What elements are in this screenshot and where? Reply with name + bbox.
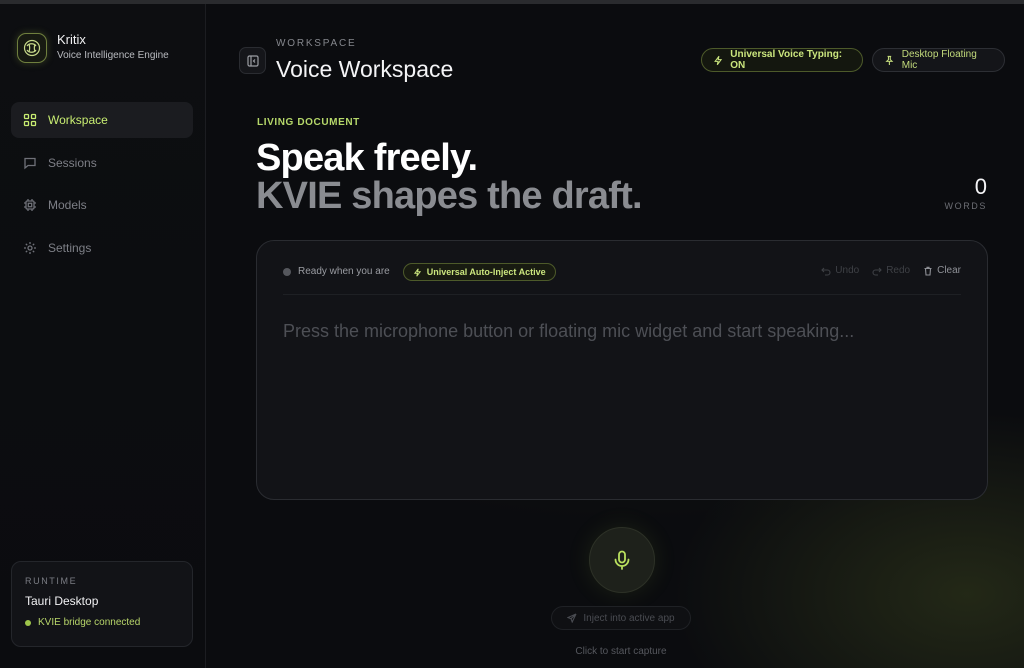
runtime-card: RUNTIME Tauri Desktop KVIE bridge connec… [11, 561, 193, 647]
sidebar-item-workspace[interactable]: Workspace [11, 102, 193, 138]
kritix-logo-icon [17, 32, 47, 63]
sidebar-item-label: Models [48, 198, 87, 212]
clear-label: Clear [937, 265, 961, 276]
word-count-value: 0 [974, 174, 987, 199]
auto-inject-label: Universal Auto-Inject Active [426, 267, 546, 277]
undo-icon [821, 267, 831, 276]
sidebar-item-label: Workspace [48, 113, 108, 127]
sidebar-collapse-icon [246, 54, 259, 67]
clear-button[interactable]: Clear [923, 265, 961, 276]
ready-status-dot [283, 268, 291, 276]
sidebar-item-label: Settings [48, 240, 92, 255]
brand: Kritix Voice Intelligence Engine [17, 32, 169, 63]
sidebar-item-label: Sessions [48, 155, 97, 170]
sidebar-item-sessions[interactable]: Sessions [11, 145, 193, 181]
runtime-status-text: KVIE bridge connected [38, 617, 141, 628]
page-title: Voice Workspace [276, 56, 454, 82]
page-eyebrow: WORKSPACE [276, 38, 357, 49]
gear-icon [24, 241, 36, 254]
word-count-label: WORDS [944, 201, 987, 211]
microphone-icon [614, 550, 630, 570]
floating-mic-label: Desktop Floating Mic [901, 49, 977, 71]
sidebar: Kritix Voice Intelligence Engine Workspa… [0, 4, 206, 668]
lightning-icon [714, 55, 723, 65]
main-content: WORKSPACE Voice Workspace Universal Voic… [207, 4, 1024, 668]
brand-name: Kritix [57, 32, 86, 47]
runtime-label: RUNTIME [25, 576, 78, 586]
pin-icon [885, 55, 894, 65]
universal-voice-typing-toggle[interactable]: Universal Voice Typing: ON [701, 48, 863, 72]
redo-button[interactable]: Redo [872, 265, 910, 276]
section-eyebrow: LIVING DOCUMENT [257, 117, 360, 128]
connected-status-dot [25, 619, 31, 626]
sidebar-nav: Workspace Sessions Models Settings [11, 102, 193, 272]
grid-icon [23, 113, 37, 127]
redo-label: Redo [886, 265, 911, 276]
word-counter: 0 WORDS [944, 174, 988, 212]
sidebar-item-settings[interactable]: Settings [11, 230, 193, 266]
microphone-button[interactable] [589, 527, 655, 593]
capture-hint: Click to start capture [575, 646, 667, 657]
auto-inject-badge: Universal Auto-Inject Active [402, 263, 556, 281]
trash-icon [924, 266, 932, 276]
brand-subtitle: Voice Intelligence Engine [57, 50, 169, 61]
sidebar-item-models[interactable]: Models [11, 187, 193, 223]
inject-app-label: Inject into active app [583, 612, 675, 624]
runtime-status: KVIE bridge connected [25, 617, 179, 628]
send-icon [567, 613, 577, 623]
runtime-title: Tauri Desktop [25, 594, 99, 608]
undo-label: Undo [835, 265, 860, 276]
chat-icon [24, 157, 36, 169]
editor-toolbar: Ready when you are Universal Auto-Inject… [283, 263, 961, 295]
hero-subheadline: KVIE shapes the draft. [256, 175, 643, 217]
inject-into-active-app-button[interactable]: Inject into active app [551, 606, 691, 630]
desktop-floating-mic-button[interactable]: Desktop Floating Mic [872, 48, 1005, 72]
lightning-icon [413, 267, 421, 277]
editor-placeholder: Press the microphone button or floating … [283, 321, 855, 341]
document-editor[interactable]: Ready when you are Universal Auto-Inject… [256, 240, 988, 500]
editor-actions: Undo Redo Clear [808, 265, 961, 276]
hero-headline: Speak freely. [256, 137, 478, 179]
chip-icon [24, 199, 36, 211]
redo-icon [872, 267, 882, 276]
collapse-sidebar-button[interactable] [239, 47, 266, 74]
voice-typing-label: Universal Voice Typing: ON [730, 49, 843, 71]
undo-button[interactable]: Undo [821, 265, 859, 276]
ready-status-text: Ready when you are [298, 266, 390, 277]
